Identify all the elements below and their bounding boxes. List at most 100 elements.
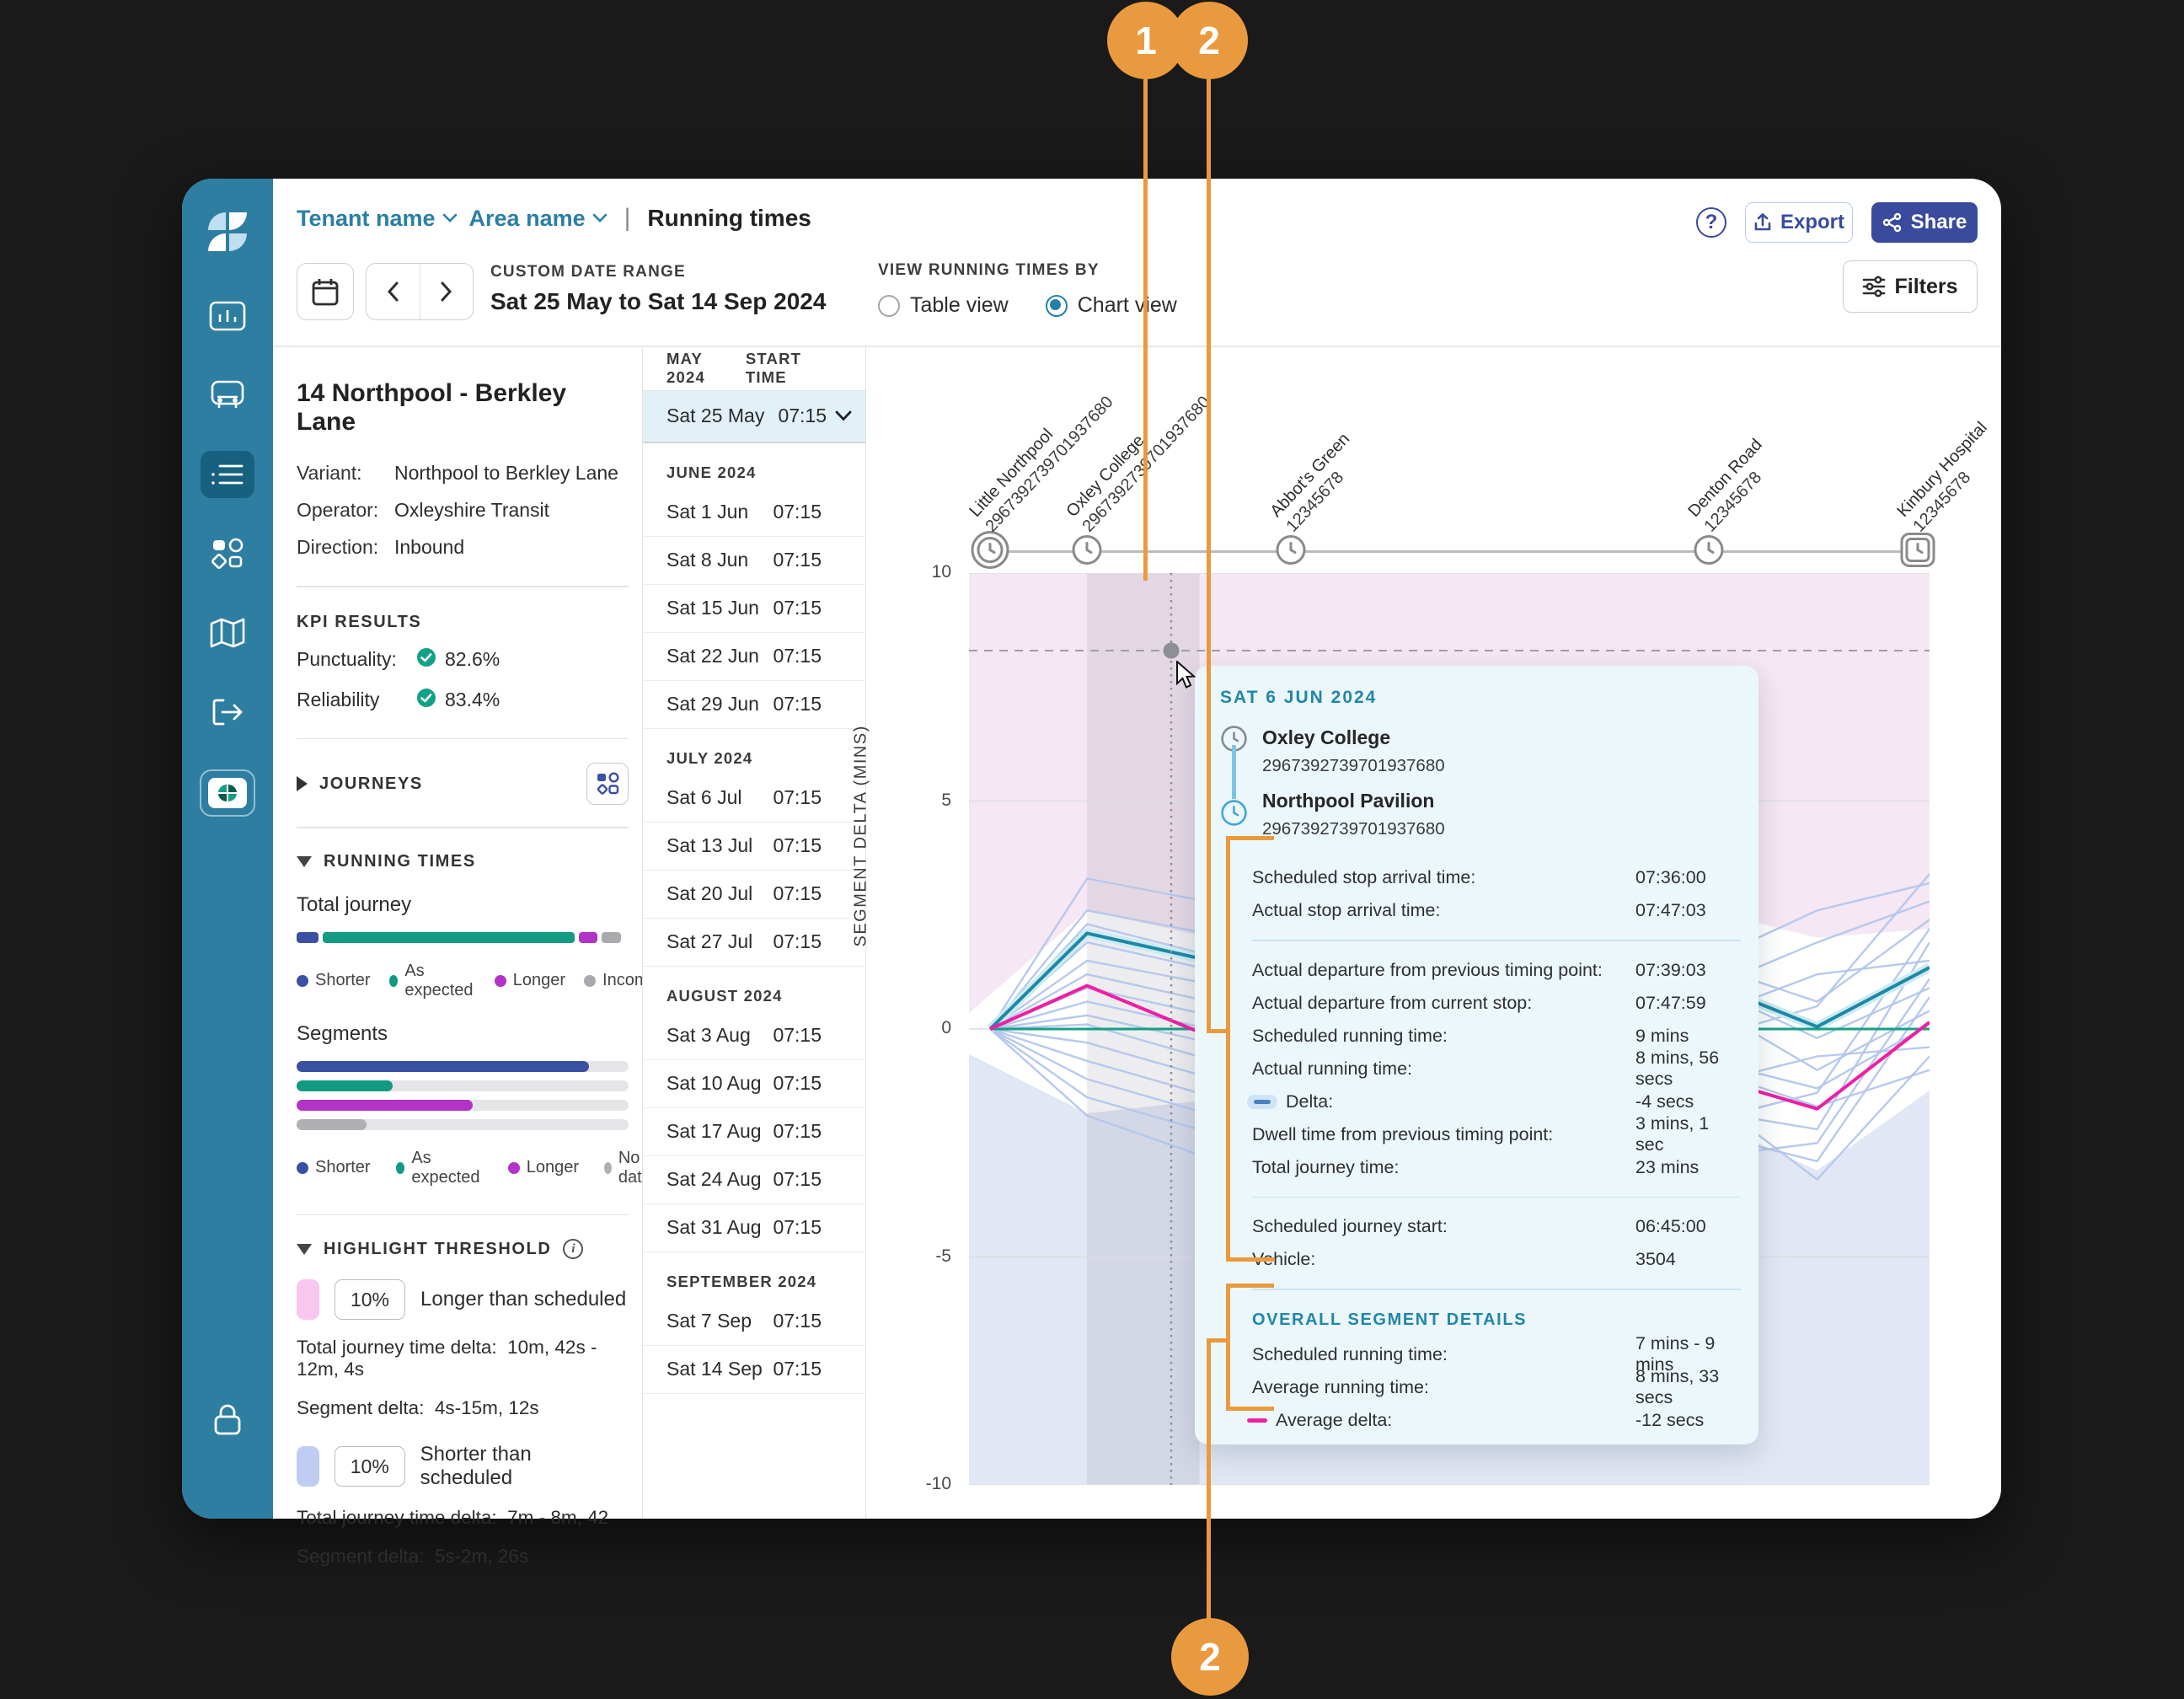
kpi-punctuality: Punctuality: 82.6% (297, 647, 629, 673)
threshold-segment-delta: Segment delta: 4s-15m, 12s (297, 1397, 629, 1419)
callout-line-1 (1143, 79, 1148, 581)
radio-chart-view[interactable]: Chart view (1046, 293, 1177, 318)
month-group-label: July 2024 (643, 729, 865, 774)
callout-line-2-bottom (1207, 1338, 1211, 1620)
date-nav (366, 263, 474, 320)
page: Tenant name Area name | Running times ? … (0, 0, 2184, 1699)
filters-icon (1862, 276, 1886, 297)
clock-start-icon (969, 529, 1011, 576)
radio-selected-icon (1046, 295, 1068, 317)
segments-label: Segments (297, 1022, 629, 1046)
callout-line-2-top (1207, 79, 1211, 1033)
running-times-section-toggle[interactable]: Running times (297, 852, 629, 871)
date-row[interactable]: Sat 8 Jun07:15 (643, 537, 865, 585)
date-row-selected[interactable]: Sat 25 May 07:15 (643, 391, 865, 443)
export-icon (1753, 212, 1772, 233)
date-row[interactable]: Sat 31 Aug07:15 (643, 1204, 865, 1252)
tooltip-row: Total journey time:23 mins (1252, 1151, 1733, 1184)
average-line-icon (1247, 1418, 1267, 1423)
date-row[interactable]: Sat 17 Aug07:15 (643, 1108, 865, 1156)
date-row[interactable]: Sat 24 Aug07:15 (643, 1156, 865, 1204)
date-row[interactable]: Sat 29 Jun07:15 (643, 681, 865, 729)
tenant-label: Tenant name (297, 206, 436, 232)
sidebar-item-logout[interactable] (201, 689, 254, 736)
date-row[interactable]: Sat 22 Jun07:15 (643, 633, 865, 681)
bar-longer (579, 932, 597, 943)
journeys-grid-button[interactable] (586, 763, 629, 805)
date-row[interactable]: Sat 1 Jun07:15 (643, 489, 865, 537)
tooltip-row: Actual running time:8 mins, 56 secs (1252, 1053, 1733, 1085)
sidebar-item-analytics[interactable] (201, 292, 254, 340)
threshold-total-delta: Total journey time delta: 7m - 8m, 42 (297, 1507, 629, 1529)
chevron-down-icon (835, 410, 852, 421)
segment-bar (297, 1080, 629, 1091)
sidebar-item-vehicles[interactable] (201, 372, 254, 419)
area-dropdown[interactable]: Area name (469, 206, 608, 232)
date-row[interactable]: Sat 14 Sep07:15 (643, 1346, 865, 1394)
prev-date-button[interactable] (367, 264, 420, 319)
journeys-section-toggle[interactable]: Journeys (297, 774, 423, 794)
caret-down-icon (297, 856, 312, 867)
caret-right-icon (297, 776, 308, 791)
callout-marker-2-bottom: 2 (1171, 1618, 1249, 1696)
view-by: View running times by Table view Chart v… (878, 261, 1177, 318)
tooltip-row: Scheduled stop arrival time:07:36:00 (1252, 861, 1733, 894)
sidebar-item-running-times[interactable] (201, 451, 254, 498)
lock-icon[interactable] (182, 1402, 273, 1438)
route-title: 14 Northpool - Berkley Lane (297, 379, 629, 437)
date-row[interactable]: Sat 20 Jul07:15 (643, 871, 865, 919)
date-row[interactable]: Sat 13 Jul07:15 (643, 823, 865, 871)
threshold-input[interactable]: 10% (335, 1446, 405, 1487)
info-icon[interactable]: i (563, 1239, 583, 1259)
date-row[interactable]: Sat 10 Aug07:15 (643, 1060, 865, 1108)
delta-line-icon (1247, 1095, 1277, 1109)
share-button[interactable]: Share (1871, 202, 1978, 243)
calendar-icon (311, 276, 340, 307)
journey-tooltip: Sat 6 Jun 2024 Oxley College 29673927397… (1195, 666, 1758, 1444)
route-field-direction: Direction: Inbound (297, 536, 629, 559)
tooltip-row: Vehicle:3504 (1252, 1243, 1733, 1276)
divider (1252, 1197, 1741, 1198)
help-button[interactable]: ? (1696, 207, 1726, 238)
threshold-segment-delta: Segment delta: 5s-2m, 26s (297, 1546, 629, 1568)
date-range-label: Custom date range (490, 263, 826, 281)
callout-bracket-foot (1226, 836, 1274, 840)
kpi-heading: KPI results (297, 613, 629, 632)
callout-bracket-foot (1226, 1407, 1274, 1411)
highlight-threshold-toggle[interactable]: Highlight threshold i (297, 1239, 629, 1259)
check-icon (416, 647, 436, 673)
stops-axis-line (990, 550, 1918, 553)
sidebar-item-map[interactable] (201, 609, 254, 657)
date-row[interactable]: Sat 15 Jun07:15 (643, 585, 865, 633)
calendar-button[interactable] (297, 263, 354, 320)
date-row[interactable]: Sat 7 Sep07:15 (643, 1298, 865, 1346)
tenant-dropdown[interactable]: Tenant name (297, 206, 458, 232)
route-panel: 14 Northpool - Berkley Lane Variant: Nor… (273, 346, 644, 1519)
app-logo-icon (203, 207, 252, 260)
date-row[interactable]: Sat 27 Jul07:15 (643, 919, 865, 967)
radio-icon (878, 295, 900, 317)
tooltip-row: Scheduled journey start:06:45:00 (1252, 1210, 1733, 1243)
app-tile-icon (208, 778, 247, 808)
tooltip-row: Average running time:8 mins, 33 secs (1252, 1371, 1733, 1404)
segments-legend: Shorter As expected Longer No data (297, 1149, 629, 1187)
month-group-label: August 2024 (643, 967, 865, 1012)
next-date-button[interactable] (420, 264, 474, 319)
date-row[interactable]: Sat 3 Aug07:15 (643, 1012, 865, 1060)
total-journey-label: Total journey (297, 893, 629, 917)
kpi-reliability: Reliability 83.4% (297, 688, 629, 713)
filters-button[interactable]: Filters (1843, 260, 1978, 313)
threshold-input[interactable]: 10% (335, 1279, 405, 1320)
sidebar-item-segments[interactable] (201, 530, 254, 577)
export-button[interactable]: Export (1745, 202, 1853, 243)
radio-table-view[interactable]: Table view (878, 293, 1009, 318)
clock-blue-icon (1220, 799, 1248, 832)
divider: | (624, 204, 631, 233)
clock-icon (1275, 534, 1307, 571)
threshold-swatch (297, 1279, 319, 1320)
date-row[interactable]: Sat 6 Jul07:15 (643, 774, 865, 823)
y-tick-label: 0 (914, 1018, 951, 1038)
y-tick-label: 5 (914, 791, 951, 811)
sidebar-item-app-switcher[interactable] (200, 769, 255, 817)
page-title: Running times (647, 205, 811, 232)
